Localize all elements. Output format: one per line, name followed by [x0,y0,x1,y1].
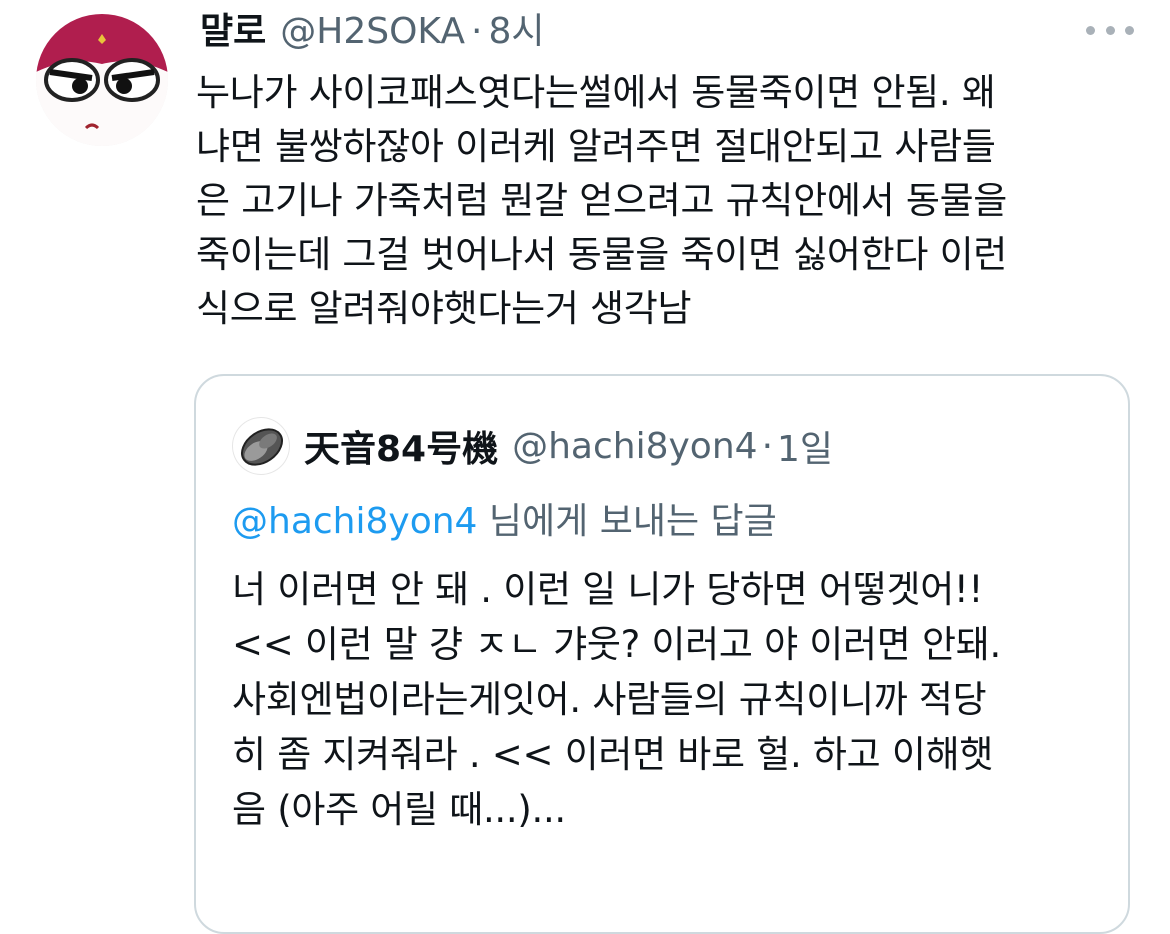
gray-stone-avatar-icon [241,428,283,466]
more-dot [1105,25,1115,35]
reply-mention-link[interactable]: @hachi8yon4 [232,501,477,542]
replying-to-line: @hachi8yon4 님에게 보내는 답글 [232,492,777,544]
separator-dot: · [471,11,483,52]
author-name[interactable]: 먈로 [200,2,266,54]
separator-dot: · [761,425,774,467]
more-dot [1125,25,1134,35]
quoted-tweet-header: 天音84号機 @hachi8yon4 · 1일 [232,416,833,476]
quoted-tweet-card[interactable]: 天音84号機 @hachi8yon4 · 1일 @hachi8yon4 님에게 … [194,374,1130,934]
tweet-time[interactable]: 8시 [488,2,544,54]
avatar[interactable] [36,14,168,146]
more-dot [1086,25,1095,35]
author-handle[interactable]: @H2SOKA [280,11,465,52]
quoted-author-name: 天音84号機 [304,429,499,470]
quoted-author-handle: @hachi8yon4 [512,425,758,467]
quoted-tweet-text: 너 이러면 안 돼 . 이런 일 니가 당하면 어떻겟어!! << 이런 말 걍… [232,568,1001,831]
tweet-text: 누나가 사이코패스엿다는썰에서 동물죽이면 안됨. 왜 냐면 불쌍하잖아 이러케… [196,71,1008,330]
tweet-header: 먈로 @H2SOKA · 8시 [200,2,545,58]
quoted-tweet-time: 1일 [777,429,834,470]
character-face-avatar-icon [36,14,168,146]
quoted-avatar [232,417,290,475]
reply-label: 님에게 보내는 답글 [477,501,777,542]
more-options-icon[interactable] [1086,12,1134,48]
